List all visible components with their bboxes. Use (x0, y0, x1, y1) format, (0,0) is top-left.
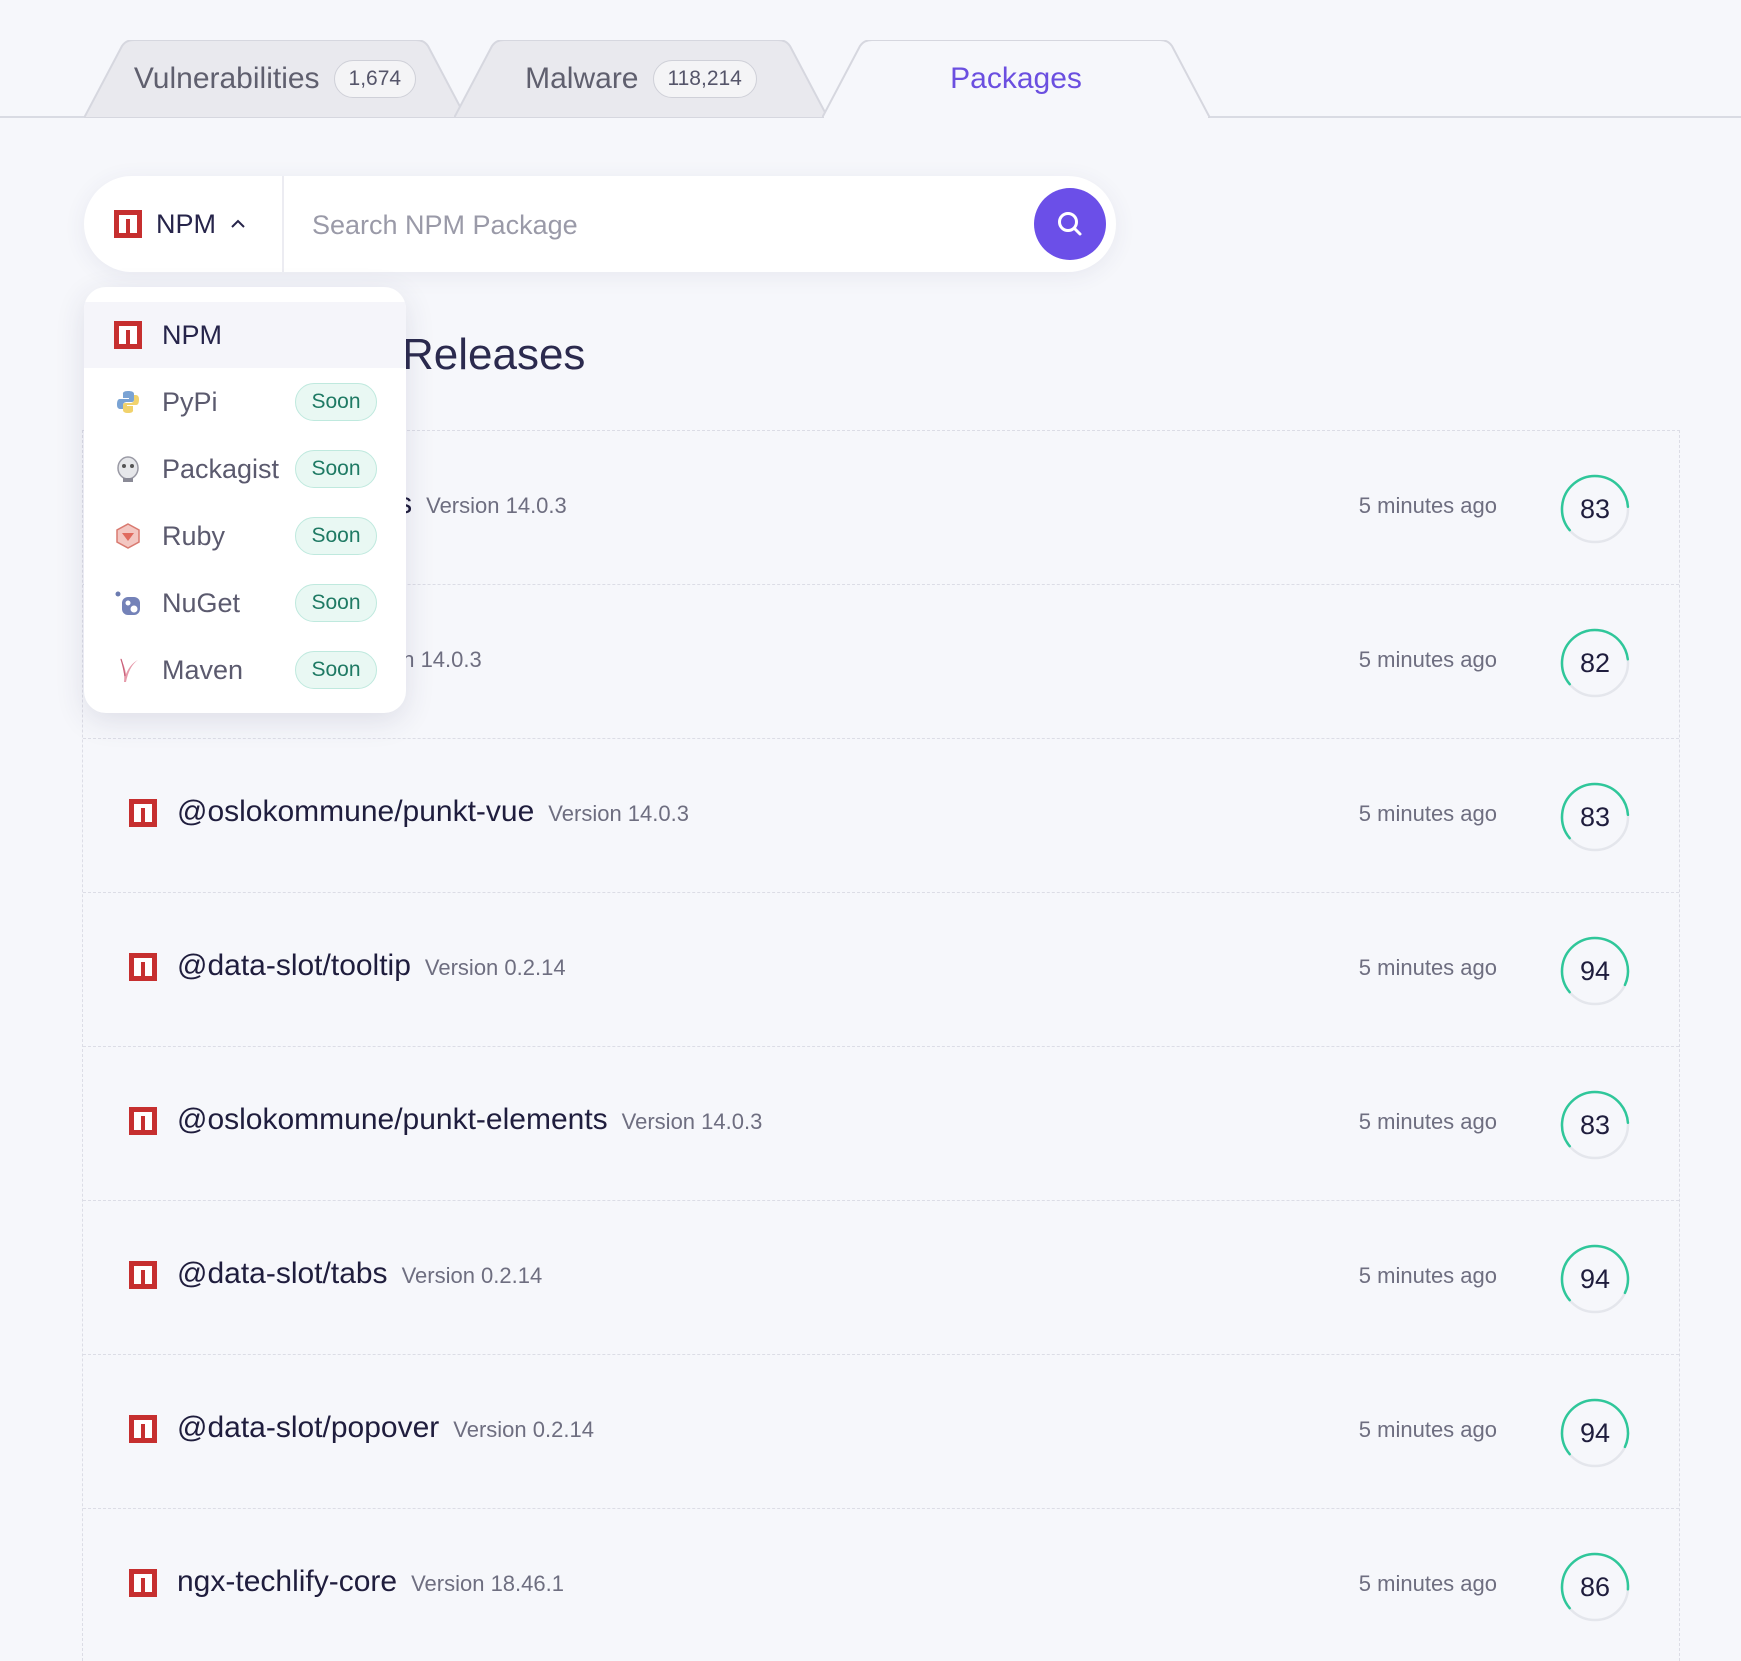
soon-badge: Soon (295, 517, 377, 555)
dropdown-item-label: Maven (162, 654, 244, 685)
selected-ecosystem-label: NPM (156, 208, 216, 239)
package-version: Version 14.0.3 (621, 1109, 763, 1134)
dropdown-item-label: PyPi (162, 386, 218, 417)
npm-icon (129, 1261, 157, 1289)
package-name-text: @data-slot/tooltip (177, 949, 411, 982)
release-row[interactable]: @oslokommune/punkt-elements Version 14.0.… (83, 1047, 1679, 1201)
tab-malware[interactable]: Malware 118,214 (454, 40, 828, 118)
npm-icon (129, 799, 157, 827)
release-row[interactable]: @data-slot/tabs Version 0.2.14 5 minutes a… (83, 1201, 1679, 1355)
ruby-icon (116, 523, 140, 549)
dropdown-item-label: NuGet (162, 587, 241, 618)
npm-icon (129, 1415, 157, 1443)
packagist-icon (117, 456, 139, 482)
release-time: 5 minutes ago (1358, 1417, 1497, 1442)
tab-label: Vulnerabilities (133, 62, 320, 95)
package-name[interactable]: @data-slot/tabs Version 0.2.14 (177, 1257, 542, 1291)
score-ring: 94 (1559, 1243, 1631, 1315)
release-row[interactable]: @oslokommune/punkt-vue Version 14.0.3 5 mi… (83, 739, 1679, 893)
chevron-up-icon (231, 219, 245, 228)
score-ring: 83 (1559, 473, 1631, 545)
package-name[interactable]: @data-slot/tooltip Version 0.2.14 (177, 949, 566, 983)
release-row[interactable]: ngx-techlify-core Version 18.46.1 5 minute… (83, 1509, 1679, 1661)
package-name[interactable]: @data-slot/popover Version 0.2.14 (177, 1411, 594, 1445)
ecosystem-dropdown: NPM PyPi Soon Packagist Soon Ruby Soon N… (84, 287, 406, 713)
package-name-text: @oslokommune/punkt-vue (177, 795, 535, 828)
dropdown-item-pypi[interactable]: PyPi Soon (84, 369, 406, 435)
section-title: Releases (402, 330, 586, 379)
package-version: Version 14.0.3 (548, 801, 689, 826)
release-row[interactable]: @data-slot/tooltip Version 0.2.14 5 minute… (83, 893, 1679, 1047)
score-value: 86 (1579, 1572, 1611, 1602)
score-value: 94 (1579, 1418, 1611, 1448)
package-name-text: @oslokommune/punkt-elements (177, 1103, 608, 1136)
soon-badge: Soon (295, 383, 377, 421)
search-button[interactable] (1034, 188, 1106, 260)
tab-shape (454, 40, 828, 118)
ecosystem-select[interactable]: NPM (84, 176, 282, 272)
tab-vulnerabilities[interactable]: Vulnerabilities 1,674 (84, 40, 466, 118)
soon-badge: Soon (295, 651, 377, 689)
release-time: 5 minutes ago (1358, 1571, 1497, 1596)
tab-label: Malware (525, 62, 639, 95)
score-value: 83 (1579, 802, 1611, 832)
dropdown-item-label: NPM (162, 319, 222, 350)
npm-icon (114, 321, 142, 349)
score-value: 83 (1579, 494, 1611, 524)
score-value: 94 (1579, 1264, 1611, 1294)
package-name[interactable]: @oslokommune/punkt-vue Version 14.0.3 (177, 795, 689, 829)
package-version: Version 18.46.1 (411, 1571, 564, 1596)
tab-count-badge: 118,214 (652, 60, 757, 98)
dropdown-item-maven[interactable]: Maven Soon (84, 637, 406, 703)
search-icon (1058, 212, 1082, 236)
nuget-icon (115, 591, 140, 615)
soon-badge: Soon (295, 450, 377, 488)
npm-icon (129, 1569, 157, 1597)
dropdown-item-label: Packagist (162, 453, 280, 484)
release-time: 5 minutes ago (1358, 1263, 1497, 1288)
package-name[interactable]: ngx-techlify-core Version 18.46.1 (177, 1565, 564, 1599)
release-time: 5 minutes ago (1358, 801, 1497, 826)
package-name[interactable]: @oslokommune/punkt-elements Version 14.0.… (177, 1103, 762, 1137)
dropdown-item-packagist[interactable]: Packagist Soon (84, 436, 406, 502)
score-ring: 83 (1559, 781, 1631, 853)
dropdown-item-label: Ruby (162, 520, 226, 551)
package-name-text: @data-slot/tabs (177, 1257, 388, 1290)
npm-icon (129, 1107, 157, 1135)
tab-packages[interactable]: Packages (822, 40, 1210, 118)
release-time: 5 minutes ago (1358, 955, 1497, 980)
release-time: 5 minutes ago (1358, 1109, 1497, 1134)
tab-label: Packages (950, 62, 1082, 95)
score-ring: 86 (1559, 1551, 1631, 1623)
search-divider (282, 176, 284, 272)
dropdown-item-npm[interactable]: NPM (84, 302, 406, 368)
score-ring: 94 (1559, 935, 1631, 1007)
score-ring: 94 (1559, 1397, 1631, 1469)
npm-icon (129, 953, 157, 981)
package-version: Version 0.2.14 (401, 1263, 543, 1288)
tab-count-badge: 1,674 (333, 60, 417, 98)
release-row[interactable]: @data-slot/popover Version 0.2.14 5 minute… (83, 1355, 1679, 1509)
score-ring: 82 (1559, 627, 1631, 699)
package-name-text: @data-slot/popover (177, 1411, 440, 1444)
release-time: 5 minutes ago (1358, 493, 1497, 518)
package-name-text: ngx-techlify-core (177, 1565, 398, 1598)
package-search-bar: NPM (84, 176, 1116, 272)
package-version: Version 0.2.14 (453, 1417, 594, 1442)
npm-icon (114, 210, 142, 238)
search-input[interactable] (310, 200, 1084, 250)
dropdown-item-nuget[interactable]: NuGet Soon (84, 570, 406, 636)
package-version: Version 14.0.3 (426, 493, 567, 518)
dropdown-item-ruby[interactable]: Ruby Soon (84, 503, 406, 569)
release-time: 5 minutes ago (1358, 647, 1497, 672)
package-version: Version 0.2.14 (424, 955, 566, 980)
maven-icon (120, 658, 138, 682)
score-ring: 83 (1559, 1089, 1631, 1161)
score-value: 82 (1579, 648, 1611, 678)
score-value: 94 (1579, 956, 1611, 986)
pypi-icon (117, 391, 139, 413)
score-value: 83 (1579, 1110, 1611, 1140)
soon-badge: Soon (295, 584, 377, 622)
